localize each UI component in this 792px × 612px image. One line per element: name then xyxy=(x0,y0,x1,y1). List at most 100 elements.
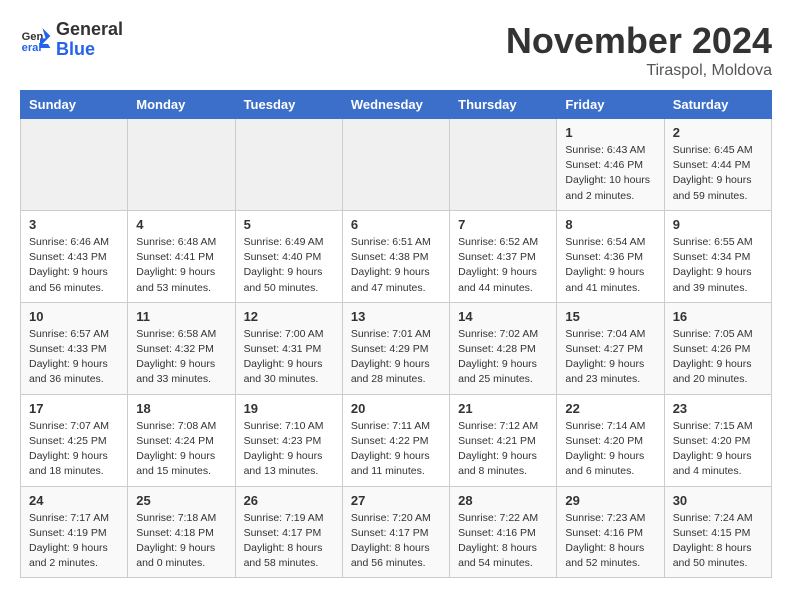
calendar-cell: 21 Sunrise: 7:12 AMSunset: 4:21 PMDayligh… xyxy=(450,394,557,486)
week-row-3: 10 Sunrise: 6:57 AMSunset: 4:33 PMDayligh… xyxy=(21,302,772,394)
day-info: Sunrise: 7:05 AMSunset: 4:26 PMDaylight:… xyxy=(673,327,763,388)
day-number: 22 xyxy=(565,401,655,416)
day-info: Sunrise: 7:17 AMSunset: 4:19 PMDaylight:… xyxy=(29,511,119,572)
calendar-cell: 23 Sunrise: 7:15 AMSunset: 4:20 PMDayligh… xyxy=(664,394,771,486)
calendar-cell: 3 Sunrise: 6:46 AMSunset: 4:43 PMDaylight… xyxy=(21,210,128,302)
calendar-table: SundayMondayTuesdayWednesdayThursdayFrid… xyxy=(20,90,772,578)
weekday-header-saturday: Saturday xyxy=(664,91,771,119)
day-info: Sunrise: 7:04 AMSunset: 4:27 PMDaylight:… xyxy=(565,327,655,388)
calendar-cell: 11 Sunrise: 6:58 AMSunset: 4:32 PMDayligh… xyxy=(128,302,235,394)
calendar-cell: 16 Sunrise: 7:05 AMSunset: 4:26 PMDayligh… xyxy=(664,302,771,394)
calendar-cell xyxy=(342,119,449,211)
page-header: Gen eral General Blue November 2024 Tira… xyxy=(20,20,772,80)
day-info: Sunrise: 7:24 AMSunset: 4:15 PMDaylight:… xyxy=(673,511,763,572)
weekday-header-wednesday: Wednesday xyxy=(342,91,449,119)
week-row-1: 1 Sunrise: 6:43 AMSunset: 4:46 PMDaylight… xyxy=(21,119,772,211)
day-info: Sunrise: 7:01 AMSunset: 4:29 PMDaylight:… xyxy=(351,327,441,388)
day-number: 17 xyxy=(29,401,119,416)
calendar-cell: 8Sunrise: 6:54 AMSunset: 4:36 PMDaylight… xyxy=(557,210,664,302)
day-number: 13 xyxy=(351,309,441,324)
logo-blue: Blue xyxy=(56,40,123,60)
day-number: 9 xyxy=(673,217,763,232)
day-number: 24 xyxy=(29,493,119,508)
weekday-header-tuesday: Tuesday xyxy=(235,91,342,119)
week-row-2: 3 Sunrise: 6:46 AMSunset: 4:43 PMDaylight… xyxy=(21,210,772,302)
calendar-cell: 13 Sunrise: 7:01 AMSunset: 4:29 PMDayligh… xyxy=(342,302,449,394)
calendar-cell xyxy=(128,119,235,211)
day-info: Sunrise: 7:11 AMSunset: 4:22 PMDaylight:… xyxy=(351,419,441,480)
day-info: Sunrise: 6:55 AMSunset: 4:34 PMDaylight:… xyxy=(673,235,763,296)
calendar-cell: 26Sunrise: 7:19 AMSunset: 4:17 PMDayligh… xyxy=(235,486,342,578)
day-info: Sunrise: 7:10 AMSunset: 4:23 PMDaylight:… xyxy=(244,419,334,480)
calendar-cell: 2Sunrise: 6:45 AMSunset: 4:44 PMDaylight… xyxy=(664,119,771,211)
calendar-cell: 28Sunrise: 7:22 AMSunset: 4:16 PMDayligh… xyxy=(450,486,557,578)
day-number: 3 xyxy=(29,217,119,232)
week-row-4: 17Sunrise: 7:07 AMSunset: 4:25 PMDayligh… xyxy=(21,394,772,486)
calendar-cell: 30 Sunrise: 7:24 AMSunset: 4:15 PMDayligh… xyxy=(664,486,771,578)
day-number: 11 xyxy=(136,309,226,324)
logo-general: General xyxy=(56,20,123,40)
day-info: Sunrise: 7:14 AMSunset: 4:20 PMDaylight:… xyxy=(565,419,655,480)
day-number: 15 xyxy=(565,309,655,324)
calendar-cell xyxy=(235,119,342,211)
day-info: Sunrise: 6:52 AMSunset: 4:37 PMDaylight:… xyxy=(458,235,548,296)
calendar-cell: 27 Sunrise: 7:20 AMSunset: 4:17 PMDayligh… xyxy=(342,486,449,578)
day-number: 20 xyxy=(351,401,441,416)
day-number: 19 xyxy=(244,401,334,416)
day-info: Sunrise: 6:57 AMSunset: 4:33 PMDaylight:… xyxy=(29,327,119,388)
day-number: 25 xyxy=(136,493,226,508)
day-number: 26 xyxy=(244,493,334,508)
calendar-cell: 24 Sunrise: 7:17 AMSunset: 4:19 PMDayligh… xyxy=(21,486,128,578)
calendar-cell: 7 Sunrise: 6:52 AMSunset: 4:37 PMDaylight… xyxy=(450,210,557,302)
day-number: 30 xyxy=(673,493,763,508)
day-info: Sunrise: 7:08 AMSunset: 4:24 PMDaylight:… xyxy=(136,419,226,480)
day-number: 23 xyxy=(673,401,763,416)
day-info: Sunrise: 6:46 AMSunset: 4:43 PMDaylight:… xyxy=(29,235,119,296)
day-number: 29 xyxy=(565,493,655,508)
day-number: 12 xyxy=(244,309,334,324)
month-title: November 2024 xyxy=(506,20,772,62)
day-number: 7 xyxy=(458,217,548,232)
day-info: Sunrise: 6:51 AMSunset: 4:38 PMDaylight:… xyxy=(351,235,441,296)
day-info: Sunrise: 7:20 AMSunset: 4:17 PMDaylight:… xyxy=(351,511,441,572)
calendar-cell: 25 Sunrise: 7:18 AMSunset: 4:18 PMDayligh… xyxy=(128,486,235,578)
day-info: Sunrise: 6:49 AMSunset: 4:40 PMDaylight:… xyxy=(244,235,334,296)
calendar-cell: 14Sunrise: 7:02 AMSunset: 4:28 PMDayligh… xyxy=(450,302,557,394)
calendar-cell: 17Sunrise: 7:07 AMSunset: 4:25 PMDayligh… xyxy=(21,394,128,486)
day-number: 27 xyxy=(351,493,441,508)
day-number: 10 xyxy=(29,309,119,324)
calendar-cell: 5 Sunrise: 6:49 AMSunset: 4:40 PMDaylight… xyxy=(235,210,342,302)
svg-text:eral: eral xyxy=(22,42,42,54)
day-info: Sunrise: 7:12 AMSunset: 4:21 PMDaylight:… xyxy=(458,419,548,480)
calendar-cell xyxy=(21,119,128,211)
day-info: Sunrise: 7:18 AMSunset: 4:18 PMDaylight:… xyxy=(136,511,226,572)
day-number: 28 xyxy=(458,493,548,508)
calendar-cell: 1 Sunrise: 6:43 AMSunset: 4:46 PMDaylight… xyxy=(557,119,664,211)
calendar-cell: 4 Sunrise: 6:48 AMSunset: 4:41 PMDaylight… xyxy=(128,210,235,302)
calendar-cell xyxy=(450,119,557,211)
day-info: Sunrise: 7:23 AMSunset: 4:16 PMDaylight:… xyxy=(565,511,655,572)
day-info: Sunrise: 6:48 AMSunset: 4:41 PMDaylight:… xyxy=(136,235,226,296)
weekday-header-row: SundayMondayTuesdayWednesdayThursdayFrid… xyxy=(21,91,772,119)
calendar-cell: 29 Sunrise: 7:23 AMSunset: 4:16 PMDayligh… xyxy=(557,486,664,578)
logo-text: General Blue xyxy=(56,20,123,60)
day-info: Sunrise: 6:43 AMSunset: 4:46 PMDaylight:… xyxy=(565,143,655,204)
day-number: 1 xyxy=(565,125,655,140)
day-number: 18 xyxy=(136,401,226,416)
day-info: Sunrise: 6:58 AMSunset: 4:32 PMDaylight:… xyxy=(136,327,226,388)
calendar-cell: 10 Sunrise: 6:57 AMSunset: 4:33 PMDayligh… xyxy=(21,302,128,394)
day-info: Sunrise: 7:15 AMSunset: 4:20 PMDaylight:… xyxy=(673,419,763,480)
weekday-header-friday: Friday xyxy=(557,91,664,119)
weekday-header-sunday: Sunday xyxy=(21,91,128,119)
title-area: November 2024 Tiraspol, Moldova xyxy=(506,20,772,80)
day-number: 16 xyxy=(673,309,763,324)
day-number: 21 xyxy=(458,401,548,416)
day-number: 4 xyxy=(136,217,226,232)
week-row-5: 24 Sunrise: 7:17 AMSunset: 4:19 PMDayligh… xyxy=(21,486,772,578)
location: Tiraspol, Moldova xyxy=(506,62,772,80)
day-number: 6 xyxy=(351,217,441,232)
day-info: Sunrise: 7:02 AMSunset: 4:28 PMDaylight:… xyxy=(458,327,548,388)
calendar-cell: 9 Sunrise: 6:55 AMSunset: 4:34 PMDaylight… xyxy=(664,210,771,302)
day-number: 5 xyxy=(244,217,334,232)
weekday-header-monday: Monday xyxy=(128,91,235,119)
